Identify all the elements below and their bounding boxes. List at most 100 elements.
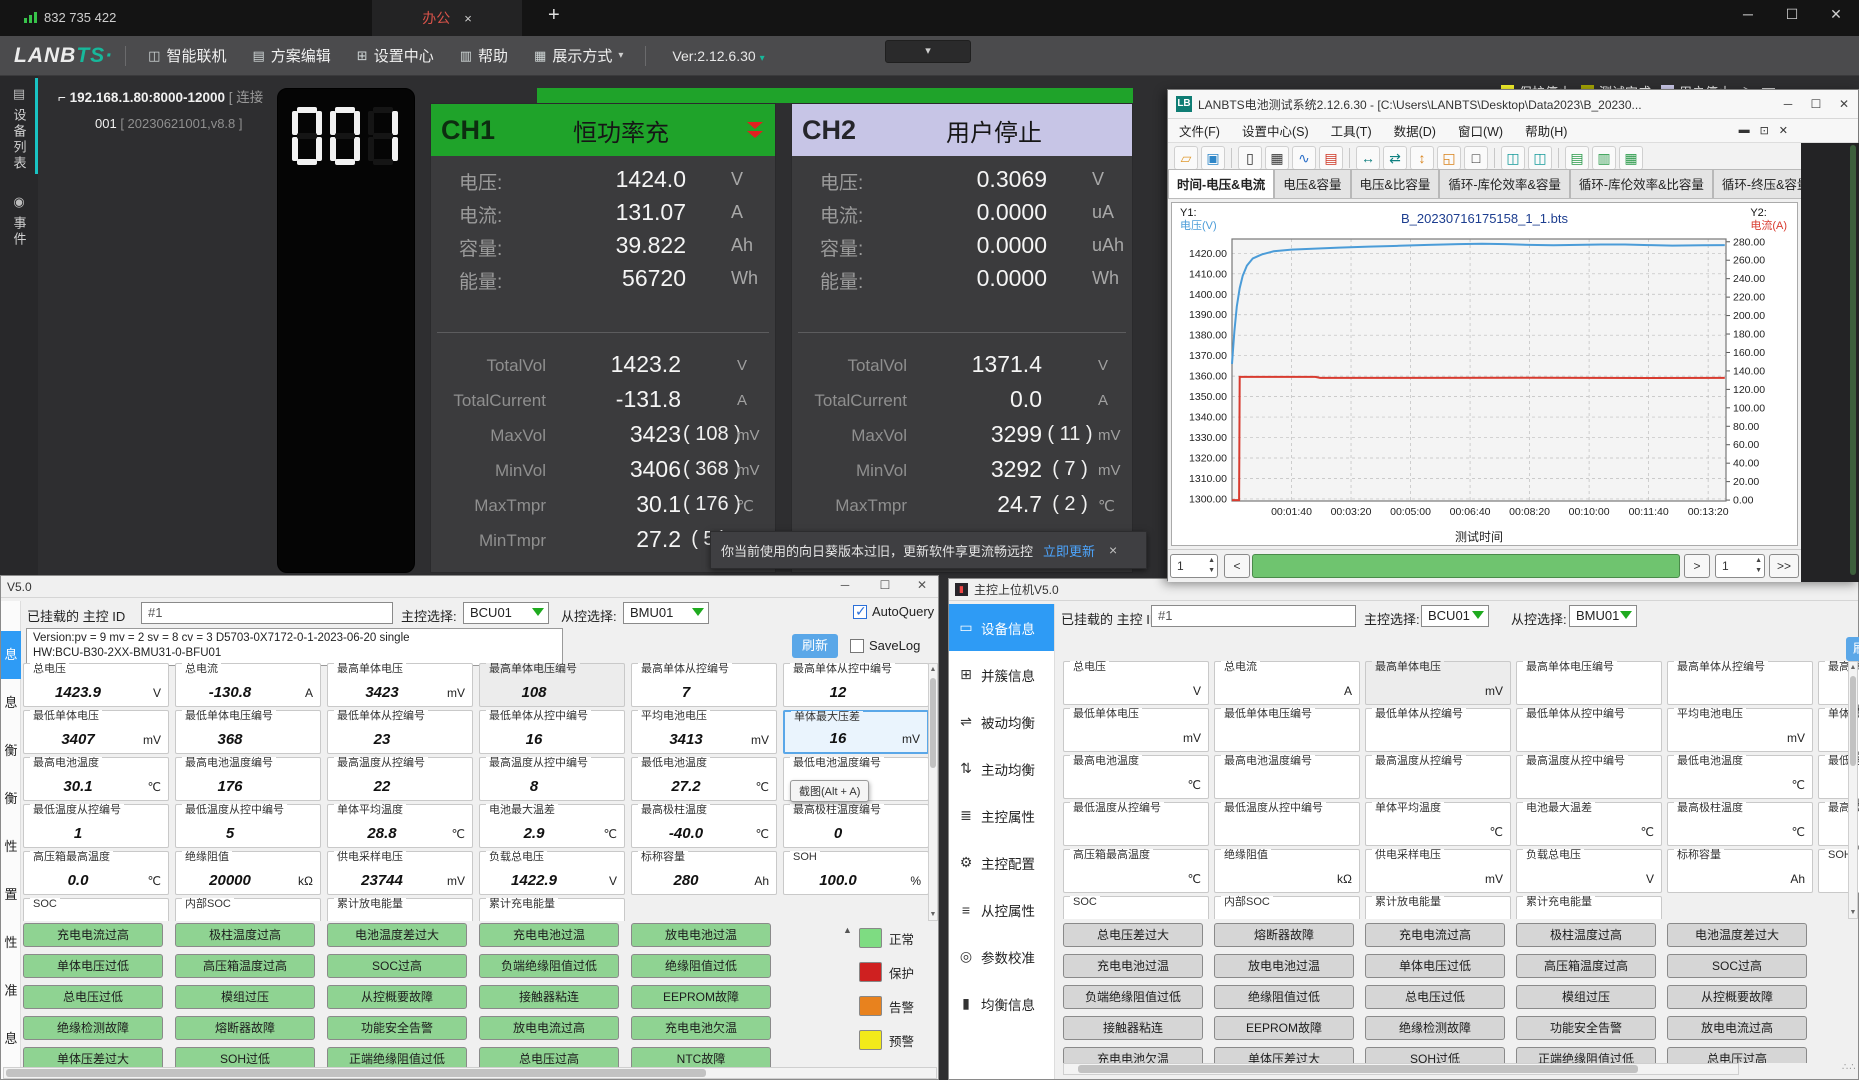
data-cell[interactable]: 总电压 1423.9 V xyxy=(23,663,169,707)
sidebar-item-从控属性[interactable]: ≡ 从控属性 xyxy=(949,886,1054,933)
status-flag-button[interactable]: 绝缘阻值过低 xyxy=(631,954,771,978)
status-flag-button[interactable]: 接触器粘连 xyxy=(479,985,619,1009)
center-dropdown[interactable]: ▾ xyxy=(885,40,971,63)
data-cell[interactable]: 最高极柱温度 -40.0 ℃ xyxy=(631,804,777,848)
status-flag-button[interactable]: 高压箱温度过高 xyxy=(1516,954,1656,978)
data-cell[interactable]: 单体平均温度 ℃ xyxy=(1365,802,1511,846)
data-cell[interactable]: 内部SOC xyxy=(1214,896,1360,919)
data-cell[interactable]: 最高温度从控编号 22 xyxy=(327,757,473,801)
status-flag-button[interactable]: 总电压过高 xyxy=(1667,1047,1807,1063)
data-cell[interactable]: 最低单体从控编号 xyxy=(1365,708,1511,752)
status-flag-button[interactable]: 单体电压过低 xyxy=(23,954,163,978)
data-cell[interactable]: 最低单体电压编号 xyxy=(1214,708,1360,752)
data-cell[interactable]: 最高电池温度编号 xyxy=(1214,755,1360,799)
last-page-button[interactable]: >> xyxy=(1769,554,1799,578)
status-flag-button[interactable]: 充电电池过温 xyxy=(479,923,619,947)
clipped-sidebar-item[interactable]: 性 xyxy=(1,919,21,967)
mdi-child-controls[interactable]: ▬ ⊡ ✕ xyxy=(1739,124,1788,137)
status-flag-button[interactable]: 正端绝缘阻值过低 xyxy=(1516,1047,1656,1063)
master-select-dropdown[interactable]: BCU01 xyxy=(463,602,549,624)
data-cell[interactable]: 最高单体电压编号 108 xyxy=(479,663,625,707)
clipped-sidebar-item[interactable]: 衡 xyxy=(1,727,21,775)
data-cell[interactable]: 最高电池温度编号 176 xyxy=(175,757,321,801)
status-flag-button[interactable]: 模组过压 xyxy=(175,985,315,1009)
resize-grip[interactable]: ∴∴ xyxy=(1842,1065,1854,1077)
status-flag-button[interactable]: 绝缘检测故障 xyxy=(1365,1016,1505,1040)
data-cell[interactable]: 总电压 V xyxy=(1063,661,1209,705)
report-table-icon[interactable]: ▦ xyxy=(1265,146,1289,170)
status-flag-button[interactable]: 从控概要故障 xyxy=(327,985,467,1009)
status-flag-button[interactable]: 负端绝缘阻值过低 xyxy=(479,954,619,978)
status-flag-button[interactable]: 绝缘阻值过低 xyxy=(1214,985,1354,1009)
sidebar-item-被动均衡[interactable]: ⇌ 被动均衡 xyxy=(949,698,1054,745)
data-cell[interactable]: 单体最大压差 16 mV xyxy=(783,710,929,754)
clipped-sidebar-item[interactable]: 置 xyxy=(1,871,21,919)
status-flag-button[interactable]: 从控概要故障 xyxy=(1667,985,1807,1009)
data-cell[interactable]: 电池最大温差 ℃ xyxy=(1516,802,1662,846)
data-cell[interactable]: 最高温度从控中编号 8 xyxy=(479,757,625,801)
chart-menu-item[interactable]: 工具(T) xyxy=(1331,121,1372,140)
data-cell[interactable]: 最高单体从控中编号 12 xyxy=(783,663,929,707)
curve-icon[interactable]: ∿ xyxy=(1292,146,1316,170)
data-cell[interactable]: 最低电池温度 27.2 ℃ xyxy=(631,757,777,801)
data-cell[interactable]: 最低温度从控中编号 5 xyxy=(175,804,321,848)
plan-edit-menu-item[interactable]: ▤ 方案编辑 xyxy=(252,45,336,66)
clipped-sidebar-item[interactable]: 息 xyxy=(1,679,21,727)
right-window-titlebar[interactable]: ▮ 主控上位机V5.0 xyxy=(949,579,1858,601)
minimize-button[interactable]: ─ xyxy=(1733,6,1763,22)
next-page-button[interactable]: > xyxy=(1684,554,1710,578)
data-cell[interactable]: 最高温度从控中编号 xyxy=(1516,755,1662,799)
chart-menu-item[interactable]: 窗口(W) xyxy=(1458,121,1503,140)
status-flag-button[interactable]: 充电电流过高 xyxy=(23,923,163,947)
data-cell[interactable]: 最高温度从控编号 xyxy=(1365,755,1511,799)
master-select-dropdown-right[interactable]: BCU01 xyxy=(1421,605,1489,627)
status-scroll-up-icon[interactable]: ▲ xyxy=(843,925,852,935)
clipped-sidebar-item[interactable]: 息 xyxy=(1,631,21,679)
split-two-icon[interactable]: ◫ xyxy=(1501,146,1525,170)
status-flag-button[interactable]: 充电电流过高 xyxy=(1365,923,1505,947)
chart-tab-2[interactable]: 电压&比容量 xyxy=(1351,169,1440,198)
ch1-header[interactable]: CH1 恒功率充 xyxy=(431,104,775,156)
prev-page-button[interactable]: < xyxy=(1224,554,1250,578)
status-flag-button[interactable]: 充电电池欠温 xyxy=(631,1016,771,1040)
status-flag-button[interactable]: 熔断器故障 xyxy=(175,1016,315,1040)
status-flag-button[interactable]: SOC过高 xyxy=(327,954,467,978)
slave-select-dropdown-right[interactable]: BMU01 xyxy=(1569,605,1637,627)
frame-icon[interactable]: □ xyxy=(1464,146,1488,170)
refresh-button[interactable]: 刷新 xyxy=(792,634,838,658)
status-flag-button[interactable]: EEPROM故障 xyxy=(1214,1016,1354,1040)
device-tree-child[interactable]: 001 [ 20230621001,v8.8 ] xyxy=(95,116,243,131)
data-cell[interactable]: SOH 100.0 % xyxy=(783,851,929,895)
data-cell[interactable]: 负载总电压 V xyxy=(1516,849,1662,893)
data-cell[interactable]: 最低单体从控中编号 16 xyxy=(479,710,625,754)
left-win-maximize[interactable]: ☐ xyxy=(869,578,901,592)
data-cell[interactable]: 供电采样电压 23744 mV xyxy=(327,851,473,895)
status-flag-button[interactable]: 模组过压 xyxy=(1516,985,1656,1009)
chart-window-titlebar[interactable]: LB LANBTS电池测试系统2.12.6.30 - [C:\Users\LAN… xyxy=(1168,90,1858,119)
notification-close-icon[interactable]: × xyxy=(1109,542,1117,558)
chart-menu-item[interactable]: 数据(D) xyxy=(1394,121,1436,140)
status-flag-button[interactable]: 电池温度差过大 xyxy=(327,923,467,947)
right-grid-scrollbar[interactable]: ▲▼ xyxy=(1848,661,1858,919)
status-flag-button[interactable]: 放电电流过高 xyxy=(1667,1016,1807,1040)
progress-scrollbar[interactable] xyxy=(1252,554,1680,578)
data-cell[interactable]: 绝缘阻值 20000 kΩ xyxy=(175,851,321,895)
data-cell[interactable]: 累计放电能量 xyxy=(327,898,473,921)
right-h-scrollbar[interactable] xyxy=(1063,1063,1739,1075)
status-flag-button[interactable]: 放电电流过高 xyxy=(479,1016,619,1040)
status-flag-button[interactable]: 接触器粘连 xyxy=(1063,1016,1203,1040)
status-flag-button[interactable]: 总电压差过大 xyxy=(1063,923,1203,947)
page-spinner-left[interactable]: 1▲▼ xyxy=(1170,554,1218,578)
data-cell[interactable]: 标称容量 Ah xyxy=(1667,849,1813,893)
chart-minimize-button[interactable]: ─ xyxy=(1774,97,1802,111)
clipped-sidebar-item[interactable]: 息 xyxy=(1,1015,21,1063)
savelog-checkbox[interactable]: SaveLog xyxy=(850,638,920,653)
data-cell[interactable]: 内部SOC xyxy=(175,898,321,921)
data-cell[interactable]: 最低温度从控编号 1 xyxy=(23,804,169,848)
chart-tab-3[interactable]: 循环-库伦效率&容量 xyxy=(1439,169,1570,198)
data-cell[interactable]: 高压箱最高温度 0.0 ℃ xyxy=(23,851,169,895)
data-cell[interactable]: 最低温度从控编号 xyxy=(1063,802,1209,846)
status-flag-button[interactable]: 功能安全告警 xyxy=(327,1016,467,1040)
sidebar-item-主动均衡[interactable]: ⇅ 主动均衡 xyxy=(949,745,1054,792)
split-three-icon[interactable]: ◫ xyxy=(1528,146,1552,170)
